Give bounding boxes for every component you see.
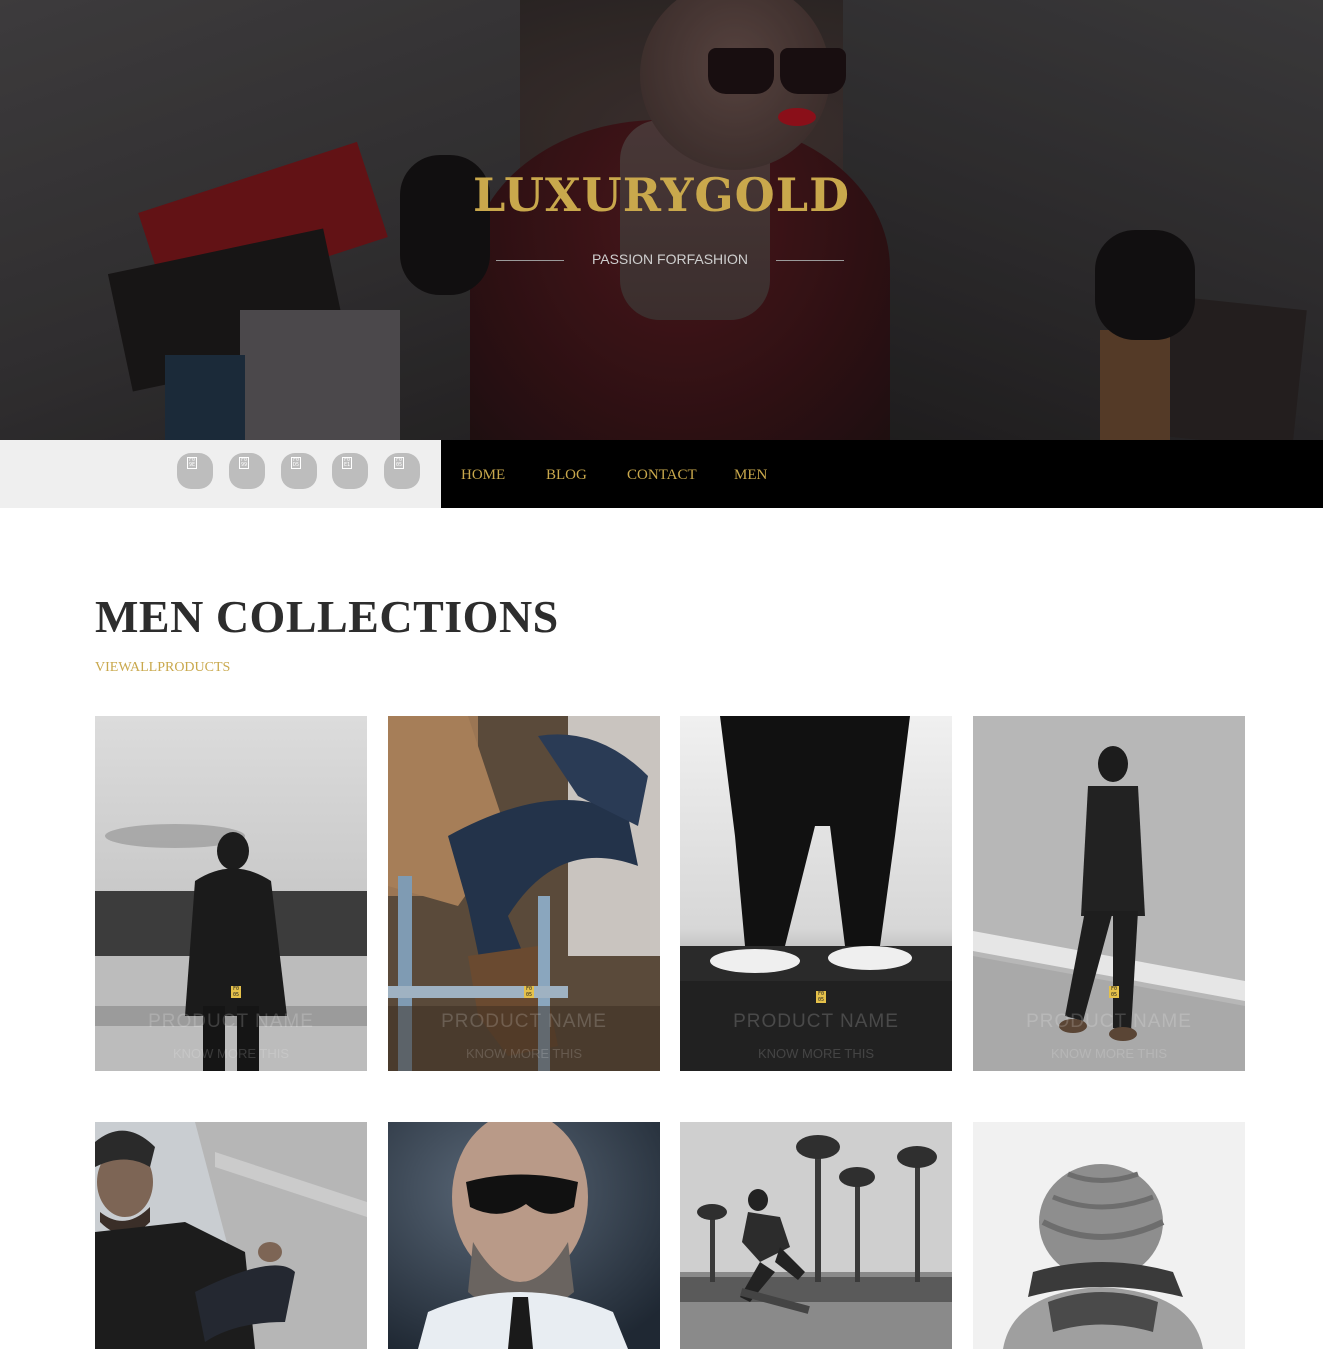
product-name: PRODUCT NAME — [1026, 1011, 1192, 1032]
product-name: PRODUCT NAME — [733, 1011, 899, 1032]
product-name: PRODUCT NAME — [148, 1011, 314, 1032]
product-link[interactable]: KNOW MORE THIS — [973, 1046, 1245, 1061]
product-card[interactable] — [95, 1122, 367, 1349]
tagline-divider-left — [496, 260, 564, 261]
product-image-bearded-man — [95, 1122, 367, 1349]
social-button-google-plus[interactable]: F0 D5 — [281, 453, 317, 489]
product-card[interactable] — [388, 1122, 660, 1349]
facebook-icon: F0 9E — [187, 457, 197, 469]
social-button-linkedin[interactable]: F0 E1 — [332, 453, 368, 489]
google-plus-icon: F0 D5 — [291, 457, 301, 469]
product-card[interactable] — [680, 1122, 952, 1349]
product-image-knit-beanie — [973, 1122, 1245, 1349]
product-card[interactable]: F0 05 PRODUCT NAME KNOW MORE THIS — [973, 716, 1245, 1071]
cart-icon: F0 05 — [1109, 986, 1119, 998]
linkedin-icon: F0 E1 — [342, 457, 352, 469]
social-button-twitter[interactable]: F0 99 — [229, 453, 265, 489]
instagram-icon: F0 05 — [394, 457, 404, 469]
tagline-divider-right — [776, 260, 844, 261]
social-button-instagram[interactable]: F0 05 — [384, 453, 420, 489]
social-bar: F0 9E F0 99 F0 D5 F0 E1 F0 05 — [0, 440, 441, 508]
tagline-row: PASSION FORFASHION — [496, 250, 844, 270]
hero-banner: LUXURYGOLD PASSION FORFASHION — [0, 0, 1323, 440]
product-card[interactable]: F0 05 PRODUCT NAME KNOW MORE THIS — [95, 716, 367, 1071]
main-nav: HOME BLOG CONTACT MEN — [441, 440, 1323, 508]
product-card[interactable]: F0 05 PRODUCT NAME KNOW MORE THIS — [680, 716, 952, 1071]
section-title: MEN COLLECTIONS — [95, 591, 559, 642]
product-name: PRODUCT NAME — [441, 1011, 607, 1032]
cart-icon: F0 05 — [231, 986, 241, 998]
twitter-icon: F0 99 — [239, 457, 249, 469]
nav-item-contact[interactable]: CONTACT — [627, 467, 697, 484]
product-image-skateboarder — [680, 1122, 952, 1349]
nav-item-men[interactable]: MEN — [734, 467, 767, 484]
nav-item-home[interactable]: HOME — [461, 467, 505, 484]
product-link[interactable]: KNOW MORE THIS — [680, 1046, 952, 1061]
product-link[interactable]: KNOW MORE THIS — [95, 1046, 367, 1061]
nav-item-blog[interactable]: BLOG — [546, 467, 587, 484]
view-all-products-link[interactable]: VIEWALLPRODUCTS — [95, 660, 230, 676]
cart-icon: F0 05 — [524, 986, 534, 998]
social-button-facebook[interactable]: F0 9E — [177, 453, 213, 489]
tagline: PASSION FORFASHION — [591, 251, 749, 267]
product-card[interactable] — [973, 1122, 1245, 1349]
product-link[interactable]: KNOW MORE THIS — [388, 1046, 660, 1061]
product-image-man-sunglasses — [388, 1122, 660, 1349]
cart-icon: F0 05 — [816, 991, 826, 1003]
brand-logo: LUXURYGOLD — [473, 168, 850, 222]
product-card[interactable]: F0 05 PRODUCT NAME KNOW MORE THIS — [388, 716, 660, 1071]
